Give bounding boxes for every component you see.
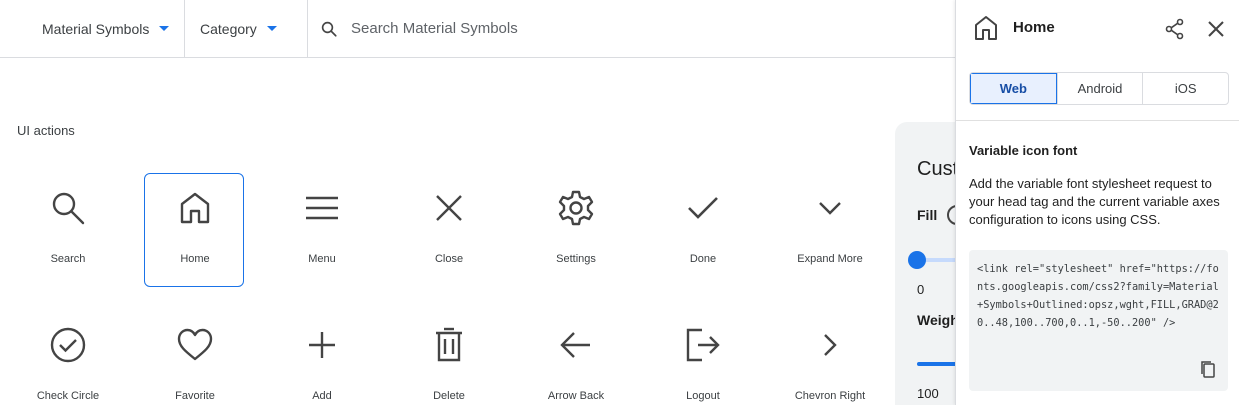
fill-label: Fill <box>917 207 938 223</box>
icon-tile-settings[interactable]: Settings <box>525 173 625 287</box>
category-dropdown[interactable]: Category <box>200 0 277 57</box>
icon-tile-logout[interactable]: Logout <box>652 310 752 405</box>
icon-label: Chevron Right <box>794 390 866 402</box>
code-snippet: <link rel="stylesheet" href="https://fon… <box>969 250 1228 391</box>
copy-icon[interactable] <box>1199 360 1217 378</box>
icon-set-dropdown-label: Material Symbols <box>42 20 150 37</box>
icon-tile-delete[interactable]: Delete <box>398 310 498 405</box>
done-icon <box>688 197 718 219</box>
category-dropdown-label: Category <box>200 20 257 37</box>
search-icon <box>321 21 337 37</box>
panel-icon-name: Home <box>1013 19 1055 36</box>
check-circle-icon <box>50 327 86 363</box>
fill-value: 0 <box>917 282 925 297</box>
share-icon[interactable] <box>1164 18 1186 40</box>
menu-icon <box>306 196 338 220</box>
icon-tile-expand-more[interactable]: Expand More <box>779 173 879 287</box>
add-icon <box>309 332 335 358</box>
icon-label: Expand More <box>797 253 863 265</box>
expand-more-icon <box>819 202 841 215</box>
icon-tile-search[interactable]: Search <box>17 173 117 287</box>
icon-label: Close <box>434 253 464 265</box>
section-heading: Variable icon font <box>969 143 1078 158</box>
icon-tile-close[interactable]: Close <box>398 173 498 287</box>
icon-label: Done <box>689 253 717 265</box>
icon-label: Search <box>50 253 86 265</box>
close-icon <box>436 195 462 221</box>
icon-label: Add <box>312 390 332 402</box>
delete-icon <box>436 327 462 362</box>
settings-icon <box>558 190 594 226</box>
icon-tile-favorite[interactable]: Favorite <box>144 310 244 405</box>
chevron-right-icon <box>824 334 837 356</box>
icon-set-dropdown[interactable]: Material Symbols <box>42 0 170 57</box>
icon-label: Favorite <box>175 390 215 402</box>
tab-ios[interactable]: iOS <box>1142 73 1228 104</box>
section-description: Add the variable font stylesheet request… <box>969 176 1220 227</box>
icon-label: Menu <box>308 253 336 265</box>
arrow-back-icon <box>560 332 590 358</box>
icon-tile-menu[interactable]: Menu <box>271 173 371 287</box>
panel-header: Home <box>956 0 1239 58</box>
fill-slider-handle[interactable] <box>908 251 926 269</box>
top-toolbar: Material Symbols Category <box>0 0 955 58</box>
weight-value: 100 <box>917 386 939 401</box>
icon-tile-home[interactable]: Home <box>144 173 244 287</box>
home-icon <box>975 16 997 40</box>
icon-label: Arrow Back <box>547 390 605 402</box>
tab-android[interactable]: Android <box>1056 73 1143 104</box>
icon-label: Home <box>180 253 210 265</box>
divider <box>956 120 1239 121</box>
search-bar <box>308 0 948 57</box>
icon-tile-check-circle[interactable]: Check Circle <box>17 310 117 405</box>
icon-label: Check Circle <box>36 390 100 402</box>
logout-icon <box>686 328 720 362</box>
search-icon <box>52 192 85 225</box>
icon-tile-add[interactable]: Add <box>271 310 371 405</box>
search-input[interactable] <box>351 20 911 37</box>
icon-detail-panel: Home Web Android iOS Variable icon font … <box>955 0 1239 405</box>
favorite-icon <box>177 328 213 361</box>
icon-label: Logout <box>686 390 720 402</box>
home-icon <box>180 192 210 224</box>
close-icon[interactable] <box>1206 19 1226 39</box>
icon-tile-chevron-right[interactable]: Chevron Right <box>779 310 879 405</box>
section-title: UI actions <box>17 123 75 138</box>
icon-tile-arrow-back[interactable]: Arrow Back <box>525 310 625 405</box>
icon-label: Delete <box>433 390 465 402</box>
platform-tabs: Web Android iOS <box>969 72 1229 105</box>
divider <box>184 0 185 57</box>
caret-down-icon <box>159 26 170 31</box>
code-text[interactable]: <link rel="stylesheet" href="https://fon… <box>977 260 1222 332</box>
tab-web[interactable]: Web <box>970 73 1057 104</box>
icon-tile-done[interactable]: Done <box>652 173 752 287</box>
caret-down-icon <box>266 26 277 31</box>
icon-label: Settings <box>556 253 596 265</box>
